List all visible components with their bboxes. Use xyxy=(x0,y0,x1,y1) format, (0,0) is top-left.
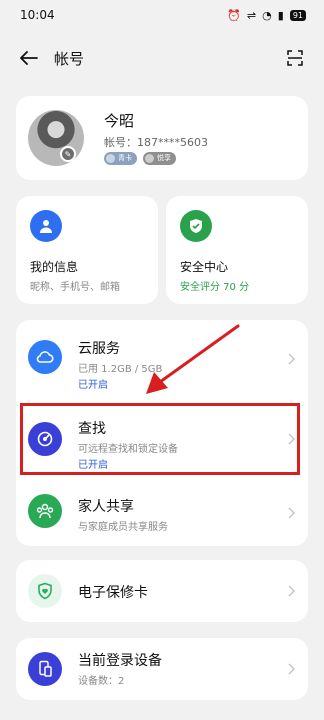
find-device-subtitle: 可远程查找和锁定设备 xyxy=(78,444,178,455)
family-sharing-subtitle: 与家庭成员共享服务 xyxy=(78,522,168,533)
signal-icon: ▮ xyxy=(277,8,284,22)
family-sharing-title: 家人共享 xyxy=(78,499,134,515)
sync-icon: ⇌ xyxy=(246,8,257,22)
scan-icon xyxy=(287,50,303,66)
cloud-service-title: 云服务 xyxy=(78,341,120,357)
back-arrow-icon xyxy=(20,51,38,65)
cloud-service-row[interactable]: 云服务 已用 1.2GB / 5GB 已开启 xyxy=(16,320,308,396)
header: 帐号 xyxy=(0,38,324,78)
status-time: 10:04 xyxy=(20,8,55,22)
scan-button[interactable] xyxy=(282,45,308,71)
find-device-row[interactable]: 查找 可远程查找和锁定设备 已开启 xyxy=(16,402,308,478)
badges: 青卡 悦享 xyxy=(104,152,176,165)
devices-title: 当前登录设备 xyxy=(78,653,162,669)
cloud-service-status: 已开启 xyxy=(78,380,108,391)
logged-in-devices-card[interactable]: 当前登录设备 设备数：2 xyxy=(16,638,308,700)
services-card: 云服务 已用 1.2GB / 5GB 已开启 查找 可远程查找和锁定设备 已开启 xyxy=(16,320,308,546)
profile-account: 帐号：187****5603 xyxy=(104,136,208,149)
status-icons: ⏰ ⇌ ◔ ▮ 91 xyxy=(227,9,306,22)
edit-avatar-icon[interactable]: ✎ xyxy=(60,146,76,162)
chevron-right-icon xyxy=(286,506,296,520)
cloud-icon xyxy=(28,340,62,374)
chevron-right-icon xyxy=(286,432,296,446)
security-title: 安全中心 xyxy=(180,260,229,274)
avatar[interactable] xyxy=(28,110,84,166)
status-bar: 10:04 ⏰ ⇌ ◔ ▮ 91 xyxy=(0,0,324,30)
profile-name: 今昭 xyxy=(104,112,135,130)
member-badge: 青卡 xyxy=(104,152,137,165)
devices-count: 设备数：2 xyxy=(78,676,125,687)
battery-icon: 91 xyxy=(289,9,306,21)
wifi-icon: ◔ xyxy=(262,8,272,22)
device-icon xyxy=(28,652,62,686)
alarm-icon: ⏰ xyxy=(227,8,241,22)
my-info-subtitle: 昵称、手机号、邮箱 xyxy=(30,282,120,293)
shield-check-icon xyxy=(180,210,212,242)
family-sharing-row[interactable]: 家人共享 与家庭成员共享服务 xyxy=(16,482,308,546)
chevron-right-icon xyxy=(286,584,296,598)
chevron-right-icon xyxy=(286,352,296,366)
radar-icon xyxy=(28,422,62,456)
profile-card[interactable]: 今昭 帐号：187****5603 青卡 悦享 xyxy=(16,96,308,180)
shield-heart-icon xyxy=(28,574,62,608)
security-center-card[interactable]: 安全中心 安全评分 70 分 xyxy=(166,196,308,304)
find-device-status: 已开启 xyxy=(78,460,108,471)
cloud-service-usage: 已用 1.2GB / 5GB xyxy=(78,364,163,375)
warranty-title: 电子保修卡 xyxy=(78,585,148,601)
vip-badge: 悦享 xyxy=(143,152,176,165)
find-device-title: 查找 xyxy=(78,421,106,437)
back-button[interactable] xyxy=(16,45,42,71)
my-info-title: 我的信息 xyxy=(30,260,79,274)
family-icon xyxy=(28,494,62,528)
warranty-card[interactable]: 电子保修卡 xyxy=(16,560,308,622)
chevron-right-icon xyxy=(286,662,296,676)
my-info-card[interactable]: 我的信息 昵称、手机号、邮箱 xyxy=(16,196,158,304)
page-title: 帐号 xyxy=(54,49,85,68)
security-score: 安全评分 70 分 xyxy=(180,282,250,293)
person-icon xyxy=(30,210,62,242)
